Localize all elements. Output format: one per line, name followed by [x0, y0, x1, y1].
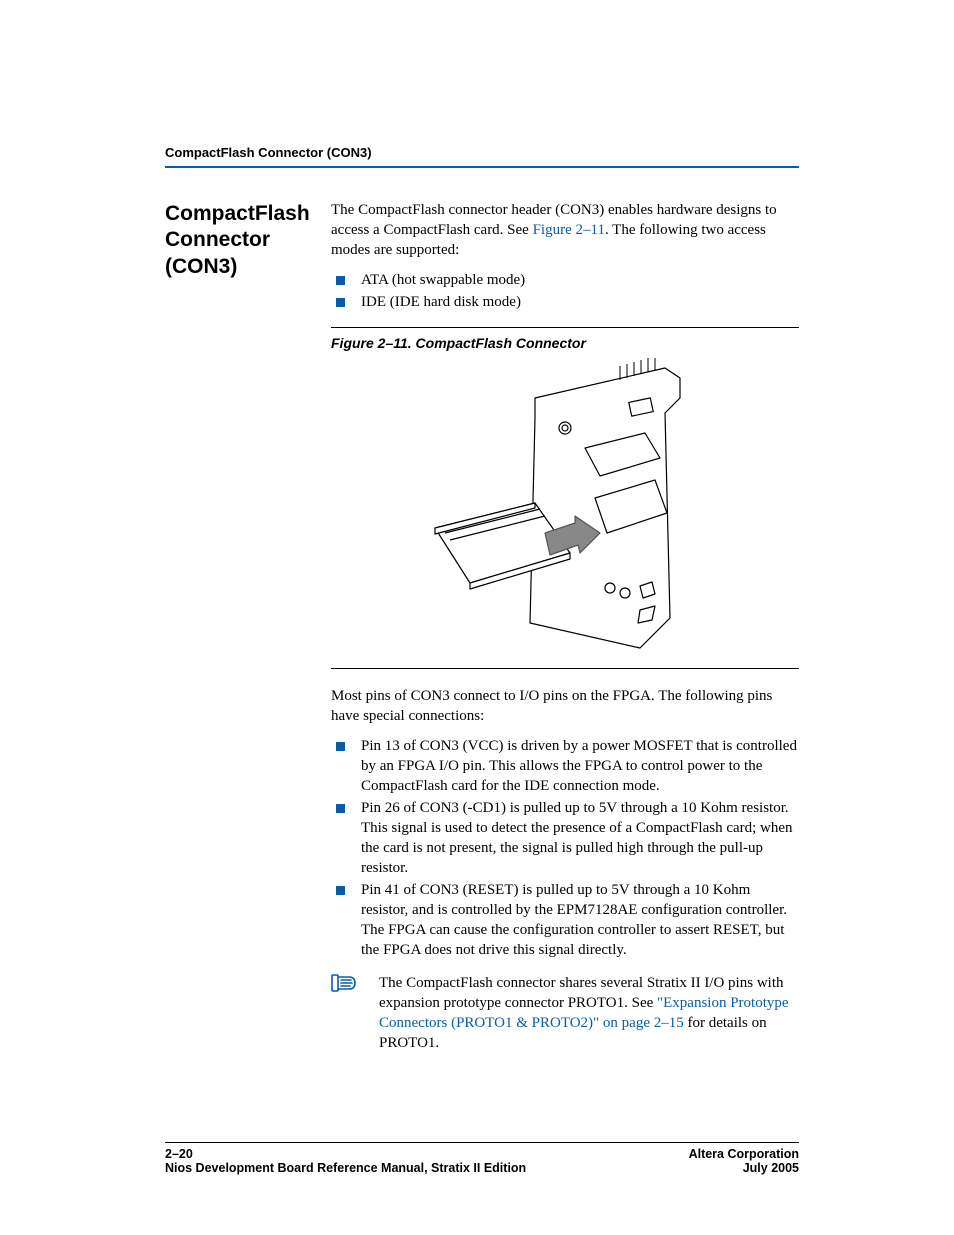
- figure-rule-bottom: [331, 668, 799, 669]
- intro-paragraph: The CompactFlash connector header (CON3)…: [331, 201, 799, 261]
- note-hand-icon: [331, 974, 357, 1054]
- mode-item: ATA (hot swappable mode): [331, 271, 799, 291]
- footer-page-number: 2–20: [165, 1147, 526, 1161]
- footer-date: July 2005: [689, 1161, 799, 1175]
- pin-item: Pin 13 of CON3 (VCC) is driven by a powe…: [331, 737, 799, 797]
- footer-manual-title: Nios Development Board Reference Manual,…: [165, 1161, 526, 1175]
- section-heading: CompactFlash Connector (CON3): [165, 201, 303, 280]
- figure-link[interactable]: Figure 2–11: [533, 222, 605, 238]
- figure-caption: Figure 2–11. CompactFlash Connector: [331, 334, 799, 353]
- note-text: The CompactFlash connector shares severa…: [379, 974, 799, 1054]
- running-header: CompactFlash Connector (CON3): [165, 145, 799, 168]
- pins-intro: Most pins of CON3 connect to I/O pins on…: [331, 687, 799, 727]
- pin-item: Pin 41 of CON3 (RESET) is pulled up to 5…: [331, 881, 799, 961]
- pin-item: Pin 26 of CON3 (-CD1) is pulled up to 5V…: [331, 799, 799, 879]
- figure-illustration: [331, 358, 799, 658]
- footer-company: Altera Corporation: [689, 1147, 799, 1161]
- mode-item: IDE (IDE hard disk mode): [331, 293, 799, 313]
- figure-rule-top: [331, 327, 799, 328]
- page-footer: 2–20 Nios Development Board Reference Ma…: [165, 1142, 799, 1175]
- compactflash-diagram-icon: [415, 358, 715, 658]
